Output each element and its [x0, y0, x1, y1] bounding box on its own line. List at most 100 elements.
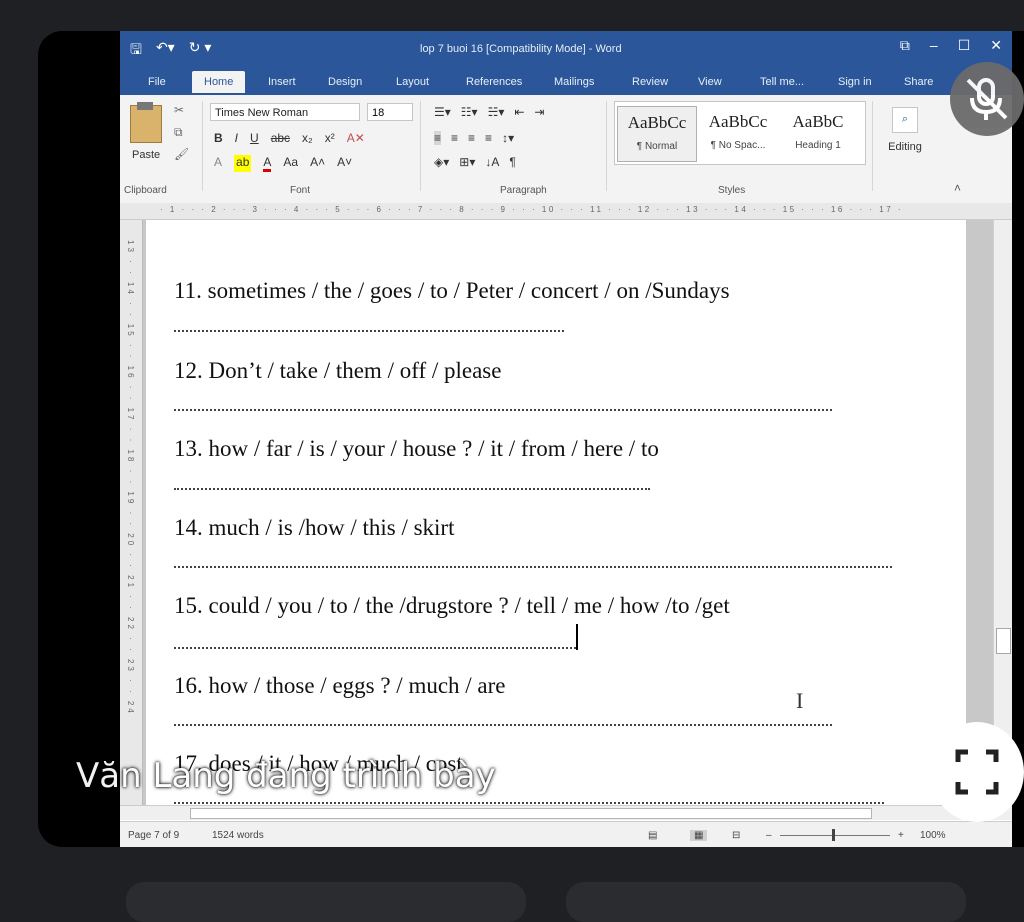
align-left-icon[interactable]: ≡ [434, 131, 442, 145]
ribbon-tabs: File Home Insert Design Layout Reference… [120, 67, 1012, 95]
document-page[interactable]: 11. sometimes / the / goes / to / Peter … [146, 220, 966, 816]
maximize-icon[interactable]: ☐ [958, 37, 971, 54]
tab-references[interactable]: References [458, 73, 530, 91]
scroll-thumb[interactable] [996, 628, 1011, 654]
align-center-icon[interactable]: ≡ [451, 131, 458, 145]
paragraph-list-row: ☰▾ ☷▾ ☵▾ ⇤ ⇥ [434, 105, 544, 119]
paste-button-label[interactable]: Paste [132, 149, 160, 161]
zoom-level[interactable]: 100% [920, 830, 946, 841]
decrease-indent-icon[interactable]: ⇤ [514, 105, 524, 119]
tab-layout[interactable]: Layout [388, 73, 437, 91]
font-color-icon[interactable]: A [263, 155, 272, 172]
numbering-icon[interactable]: ☷▾ [461, 105, 478, 119]
clipboard-group-label: Clipboard [124, 185, 167, 196]
bottom-control-left[interactable] [126, 882, 526, 922]
horizontal-scrollbar[interactable] [120, 805, 1012, 820]
exercise-item[interactable]: 13. how / far / is / your / house ? / it… [174, 436, 659, 462]
web-layout-icon[interactable]: ⊟ [732, 830, 740, 841]
zoom-slider-knob[interactable] [832, 829, 835, 841]
bottom-control-right[interactable] [566, 882, 966, 922]
tab-design[interactable]: Design [320, 73, 370, 91]
font-name-select[interactable]: Times New Roman [210, 103, 360, 121]
answer-line[interactable] [174, 724, 832, 726]
exercise-item[interactable]: 14. much / is /how / this / skirt [174, 515, 454, 541]
read-mode-icon[interactable]: ▤ [648, 830, 657, 841]
grow-font-icon[interactable]: A˄ [310, 155, 325, 172]
shrink-font-icon[interactable]: A˅ [337, 155, 352, 172]
tab-insert[interactable]: Insert [260, 73, 304, 91]
exercise-item[interactable]: 12. Don’t / take / them / off / please [174, 358, 501, 384]
styles-group-label: Styles [718, 185, 746, 196]
print-layout-icon[interactable]: ▦ [690, 830, 708, 841]
format-painter-icon[interactable]: 🖌 [174, 147, 189, 161]
tab-review[interactable]: Review [624, 73, 676, 91]
exercise-item[interactable]: 15. could / you / to / the /drugstore ? … [174, 593, 730, 619]
word-count[interactable]: 1524 words [212, 830, 264, 841]
text-effects-icon[interactable]: A [214, 155, 222, 172]
editing-button[interactable]: ⌕ Editing [880, 101, 930, 167]
highlight-icon[interactable]: ab [234, 155, 252, 172]
collapse-ribbon-icon[interactable]: ˄ [954, 181, 961, 195]
style-normal[interactable]: AaBbCc ¶ Normal [617, 106, 697, 162]
undo-icon[interactable]: ↶▾ [156, 39, 175, 63]
tab-view[interactable]: View [690, 73, 730, 91]
zoom-in-icon[interactable]: + [898, 830, 904, 841]
style-heading-1[interactable]: AaBbC Heading 1 [779, 106, 857, 160]
tab-mailings[interactable]: Mailings [546, 73, 602, 91]
ruler-numbers: · 1 · · · 2 · · · 3 · · · 4 · · · 5 · · … [160, 205, 904, 214]
bold-icon[interactable]: B [214, 131, 223, 145]
underline-icon[interactable]: U [250, 131, 259, 145]
change-case-icon[interactable]: Aa [283, 155, 298, 172]
increase-indent-icon[interactable]: ⇥ [534, 105, 544, 119]
answer-line[interactable] [174, 330, 564, 332]
share-button[interactable]: Share [896, 73, 941, 91]
italic-icon[interactable]: I [235, 131, 238, 145]
status-bar: Page 7 of 9 1524 words ▤ ▦ ⊟ – + 100% [120, 821, 1012, 847]
sort-icon[interactable]: ↓A [485, 155, 499, 169]
fullscreen-button[interactable] [930, 722, 1024, 822]
redo-icon[interactable]: ↻ ▾ [189, 39, 212, 63]
subscript-icon[interactable]: x₂ [302, 131, 313, 145]
style-name: ¶ Normal [636, 141, 678, 152]
scroll-thumb[interactable] [190, 808, 872, 819]
font-group-label: Font [290, 185, 311, 196]
presenter-caption: Văn Lang đang trình bày [76, 756, 496, 796]
line-spacing-icon[interactable]: ↕▾ [502, 131, 514, 145]
ribbon-display-icon[interactable]: ⧉ [900, 37, 910, 54]
justify-icon[interactable]: ≡ [485, 131, 492, 145]
show-marks-icon[interactable]: ¶ [509, 155, 515, 169]
tab-file[interactable]: File [140, 73, 174, 91]
style-no-spacing[interactable]: AaBbCc ¶ No Spac... [699, 106, 777, 160]
shading-icon[interactable]: ◈▾ [434, 155, 449, 169]
answer-line[interactable] [174, 566, 892, 568]
save-icon[interactable]: 🖫 [130, 39, 142, 63]
superscript-icon[interactable]: x² [325, 131, 335, 145]
paragraph-group-label: Paragraph [500, 185, 547, 196]
zoom-out-icon[interactable]: – [766, 830, 772, 841]
minimize-icon[interactable]: – [930, 37, 938, 54]
align-right-icon[interactable]: ≡ [468, 131, 475, 145]
strikethrough-icon[interactable]: abc [271, 131, 290, 145]
borders-icon[interactable]: ⊞▾ [459, 155, 475, 169]
answer-line[interactable] [174, 488, 650, 490]
exercise-item[interactable]: 16. how / those / eggs ? / much / are [174, 673, 506, 699]
paste-icon[interactable] [130, 102, 162, 143]
bullets-icon[interactable]: ☰▾ [434, 105, 451, 119]
cut-icon[interactable]: ✂ [174, 103, 184, 117]
close-icon[interactable]: ✕ [990, 37, 1002, 54]
page-count[interactable]: Page 7 of 9 [128, 830, 179, 841]
tab-home[interactable]: Home [192, 71, 246, 93]
font-size-select[interactable]: 18 [367, 103, 413, 121]
answer-line[interactable] [174, 802, 884, 804]
copy-icon[interactable]: ⧉ [174, 125, 183, 140]
exercise-item[interactable]: 11. sometimes / the / goes / to / Peter … [174, 278, 730, 304]
zoom-slider[interactable] [780, 835, 890, 836]
mic-off-button[interactable] [950, 62, 1024, 136]
multilevel-list-icon[interactable]: ☵▾ [488, 105, 505, 119]
fullscreen-icon [955, 749, 999, 795]
answer-line[interactable] [174, 647, 576, 649]
answer-line[interactable] [174, 409, 832, 411]
tell-me-search[interactable]: Tell me... [752, 73, 812, 91]
sign-in-link[interactable]: Sign in [830, 73, 880, 91]
clear-format-icon[interactable]: A✕ [347, 131, 365, 145]
